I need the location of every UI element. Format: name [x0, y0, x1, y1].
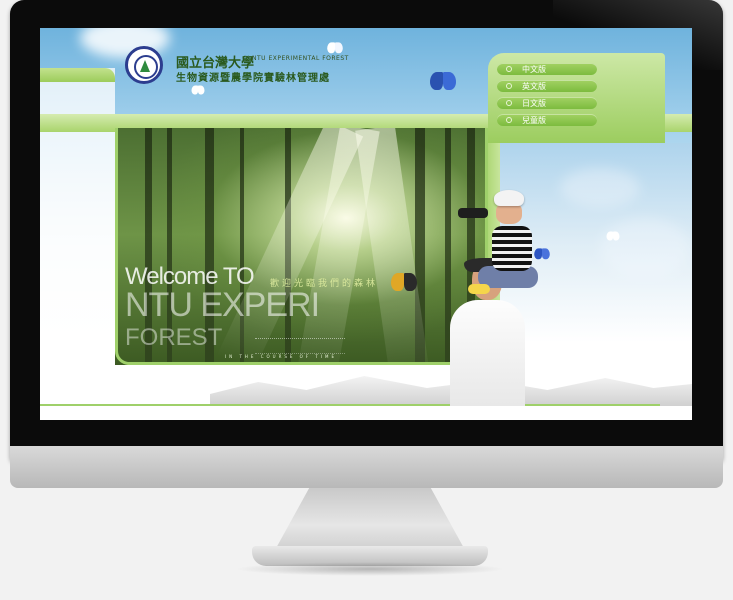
lang-label: 兒童版	[522, 115, 546, 125]
site-title-en: NTU EXPERIMENTAL FOREST	[252, 55, 349, 62]
lang-japanese-button[interactable]: 日文版	[497, 97, 597, 109]
bullet-icon	[506, 100, 512, 106]
slogan-text: 歡迎光臨我們的森林	[270, 279, 379, 289]
lang-label: 中文版	[522, 64, 546, 74]
bullet-icon	[506, 117, 512, 123]
welcome-forest-text: FOREST	[125, 324, 223, 351]
butterfly-icon	[534, 248, 550, 261]
welcome-ntu-text: NTU EXPERI	[125, 286, 320, 324]
butterfly-icon	[191, 85, 205, 97]
butterfly-icon	[391, 273, 417, 295]
welcome-text: Welcome TO	[125, 263, 255, 290]
website-screen: Welcome TO NTU EXPERI FOREST 歡迎光臨我們的森林 I…	[40, 28, 692, 420]
butterfly-icon	[327, 42, 343, 55]
tagline-text: IN THE COURSE OF TIME	[225, 354, 338, 359]
child-figure	[458, 188, 542, 308]
forest-banner: Welcome TO NTU EXPERI FOREST 歡迎光臨我們的森林 I…	[115, 128, 488, 365]
butterfly-icon	[606, 231, 620, 243]
site-subtitle: 生物資源暨農學院實驗林管理處	[176, 73, 330, 84]
monitor-chin	[10, 446, 723, 488]
lang-label: 英文版	[522, 81, 546, 91]
lang-label: 日文版	[522, 98, 546, 108]
bottom-divider	[40, 404, 660, 406]
monitor-stand	[275, 488, 465, 550]
lang-chinese-button[interactable]: 中文版	[497, 63, 597, 75]
bullet-icon	[506, 66, 512, 72]
butterfly-icon	[430, 72, 456, 94]
binocular-icon	[458, 208, 488, 218]
ntu-logo[interactable]	[125, 46, 163, 84]
lang-english-button[interactable]: 英文版	[497, 80, 597, 92]
bullet-icon	[506, 83, 512, 89]
lang-kids-button[interactable]: 兒童版	[497, 114, 597, 126]
monitor-shadow	[235, 562, 505, 576]
fine-print	[255, 338, 345, 354]
